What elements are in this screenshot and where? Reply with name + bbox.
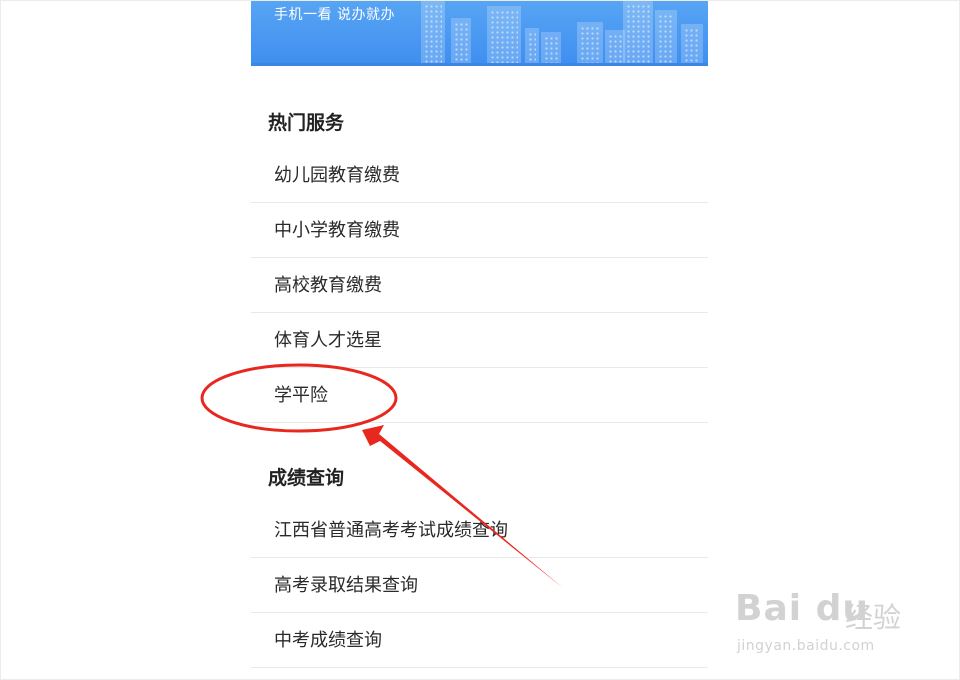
building-graphic xyxy=(681,24,703,66)
list-item-admission-result[interactable]: 高考录取结果查询 xyxy=(251,558,708,613)
watermark-brand: 经验 xyxy=(845,601,902,634)
list-item-school-fee[interactable]: 中小学教育缴费 xyxy=(251,203,708,258)
building-graphic xyxy=(525,28,539,66)
list-item-label: 幼儿园教育缴费 xyxy=(274,165,400,186)
list-item-kindergarten-fee[interactable]: 幼儿园教育缴费 xyxy=(251,148,708,203)
list-item-label: 中小学教育缴费 xyxy=(274,220,400,241)
baidu-jingyan-watermark: Bai du 经验 jingyan.baidu.com xyxy=(735,588,915,668)
list-item-student-insurance[interactable]: 学平险 xyxy=(251,368,708,423)
list-item-label: 江西省普通高考考试成绩查询 xyxy=(274,520,508,541)
building-graphic xyxy=(487,6,521,66)
banner-edge xyxy=(251,63,708,66)
building-graphic xyxy=(623,0,653,66)
list-item-label: 体育人才选星 xyxy=(274,330,382,351)
list-item-label: 高校教育缴费 xyxy=(274,275,382,296)
building-graphic xyxy=(605,30,625,66)
banner-slogan: 手机一看 说办就办 xyxy=(274,7,395,23)
building-graphic xyxy=(577,22,603,66)
section-title-hot-services: 热门服务 xyxy=(268,112,345,134)
building-graphic xyxy=(451,18,471,66)
section-title-score-query: 成绩查询 xyxy=(268,467,345,489)
building-graphic xyxy=(421,0,445,66)
list-item-label: 高考录取结果查询 xyxy=(274,575,418,596)
phone-screen: 手机一看 说办就办 热门服务 幼儿园教育缴费 中小学教育缴费 高校教育缴费 体育… xyxy=(251,0,708,680)
building-graphic xyxy=(541,32,561,66)
list-item-college-fee[interactable]: 高校教育缴费 xyxy=(251,258,708,313)
list-item-label: 中考成绩查询 xyxy=(274,630,382,651)
list-item-label: 学平险 xyxy=(274,385,328,406)
header-banner: 手机一看 说办就办 xyxy=(251,0,708,66)
list-item-gaokao-score[interactable]: 江西省普通高考考试成绩查询 xyxy=(251,503,708,558)
building-graphic xyxy=(655,10,677,66)
watermark-url: jingyan.baidu.com xyxy=(737,638,875,654)
list-item-zhongkao-score[interactable]: 中考成绩查询 xyxy=(251,613,708,668)
list-item-sports-talent[interactable]: 体育人才选星 xyxy=(251,313,708,368)
